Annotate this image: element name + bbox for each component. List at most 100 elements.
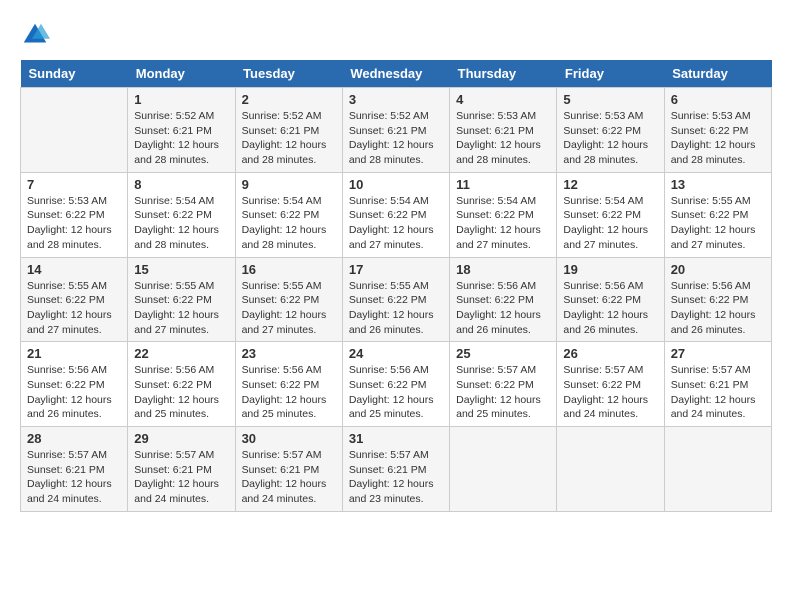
logo-icon	[20, 20, 50, 50]
day-detail: Sunrise: 5:57 AM Sunset: 6:21 PM Dayligh…	[349, 448, 443, 507]
calendar-cell: 12Sunrise: 5:54 AM Sunset: 6:22 PM Dayli…	[557, 172, 664, 257]
calendar-week-row: 7 Sunrise: 5:53 AM Sunset: 6:22 PM Daylig…	[21, 172, 772, 257]
day-number: 10	[349, 177, 443, 192]
day-number: 2	[242, 92, 336, 107]
day-detail: Sunrise: 5:56 AM Sunset: 6:22 PM Dayligh…	[563, 279, 657, 338]
calendar-cell: 18Sunrise: 5:56 AM Sunset: 6:22 PM Dayli…	[450, 257, 557, 342]
day-number: 21	[27, 346, 121, 361]
calendar-cell	[21, 88, 128, 173]
day-number: 23	[242, 346, 336, 361]
day-number: 25	[456, 346, 550, 361]
day-detail: Sunrise: 5:54 AM Sunset: 6:22 PM Dayligh…	[563, 194, 657, 253]
day-number: 24	[349, 346, 443, 361]
day-number: 22	[134, 346, 228, 361]
day-detail: Sunrise: 5:56 AM Sunset: 6:22 PM Dayligh…	[456, 279, 550, 338]
calendar-week-row: 14 Sunrise: 5:55 AM Sunset: 6:22 PM Dayli…	[21, 257, 772, 342]
calendar-cell: 8Sunrise: 5:54 AM Sunset: 6:22 PM Daylig…	[128, 172, 235, 257]
calendar-cell	[557, 427, 664, 512]
day-number: 28	[27, 431, 121, 446]
calendar-cell: 20Sunrise: 5:56 AM Sunset: 6:22 PM Dayli…	[664, 257, 771, 342]
day-detail: Sunrise: 5:55 AM Sunset: 6:22 PM Dayligh…	[671, 194, 765, 253]
day-number: 13	[671, 177, 765, 192]
day-number: 29	[134, 431, 228, 446]
calendar-cell: 17 Sunrise: 5:55 AM Sunset: 6:22 PM Dayli…	[342, 257, 449, 342]
calendar-cell: 25 Sunrise: 5:57 AM Sunset: 6:22 PM Dayli…	[450, 342, 557, 427]
day-detail: Sunrise: 5:54 AM Sunset: 6:22 PM Dayligh…	[349, 194, 443, 253]
calendar-header-tuesday: Tuesday	[235, 60, 342, 88]
day-number: 6	[671, 92, 765, 107]
day-number: 17	[349, 262, 443, 277]
day-number: 15	[134, 262, 228, 277]
calendar-week-row: 28 Sunrise: 5:57 AM Sunset: 6:21 PM Dayli…	[21, 427, 772, 512]
calendar-cell: 29 Sunrise: 5:57 AM Sunset: 6:21 PM Dayli…	[128, 427, 235, 512]
calendar-cell: 11 Sunrise: 5:54 AM Sunset: 6:22 PM Dayli…	[450, 172, 557, 257]
calendar-cell: 10 Sunrise: 5:54 AM Sunset: 6:22 PM Dayli…	[342, 172, 449, 257]
calendar-cell: 13 Sunrise: 5:55 AM Sunset: 6:22 PM Dayli…	[664, 172, 771, 257]
day-detail: Sunrise: 5:57 AM Sunset: 6:22 PM Dayligh…	[456, 363, 550, 422]
calendar-cell: 14 Sunrise: 5:55 AM Sunset: 6:22 PM Dayli…	[21, 257, 128, 342]
calendar-week-row: 1 Sunrise: 5:52 AM Sunset: 6:21 PM Daylig…	[21, 88, 772, 173]
day-number: 1	[134, 92, 228, 107]
day-detail: Sunrise: 5:53 AM Sunset: 6:22 PM Dayligh…	[563, 109, 657, 168]
day-detail: Sunrise: 5:56 AM Sunset: 6:22 PM Dayligh…	[349, 363, 443, 422]
day-detail: Sunrise: 5:52 AM Sunset: 6:21 PM Dayligh…	[349, 109, 443, 168]
calendar-cell: 19 Sunrise: 5:56 AM Sunset: 6:22 PM Dayli…	[557, 257, 664, 342]
calendar-cell: 6 Sunrise: 5:53 AM Sunset: 6:22 PM Daylig…	[664, 88, 771, 173]
day-number: 14	[27, 262, 121, 277]
logo	[20, 20, 54, 50]
calendar-header-friday: Friday	[557, 60, 664, 88]
day-number: 31	[349, 431, 443, 446]
day-detail: Sunrise: 5:55 AM Sunset: 6:22 PM Dayligh…	[27, 279, 121, 338]
calendar-cell: 5 Sunrise: 5:53 AM Sunset: 6:22 PM Daylig…	[557, 88, 664, 173]
day-number: 20	[671, 262, 765, 277]
day-detail: Sunrise: 5:57 AM Sunset: 6:21 PM Dayligh…	[242, 448, 336, 507]
day-detail: Sunrise: 5:54 AM Sunset: 6:22 PM Dayligh…	[456, 194, 550, 253]
day-detail: Sunrise: 5:57 AM Sunset: 6:22 PM Dayligh…	[563, 363, 657, 422]
calendar-cell: 24 Sunrise: 5:56 AM Sunset: 6:22 PM Dayli…	[342, 342, 449, 427]
day-number: 9	[242, 177, 336, 192]
day-detail: Sunrise: 5:55 AM Sunset: 6:22 PM Dayligh…	[242, 279, 336, 338]
day-number: 11	[456, 177, 550, 192]
day-detail: Sunrise: 5:53 AM Sunset: 6:22 PM Dayligh…	[27, 194, 121, 253]
day-number: 7	[27, 177, 121, 192]
calendar-week-row: 21 Sunrise: 5:56 AM Sunset: 6:22 PM Dayli…	[21, 342, 772, 427]
day-detail: Sunrise: 5:55 AM Sunset: 6:22 PM Dayligh…	[134, 279, 228, 338]
calendar-cell: 7 Sunrise: 5:53 AM Sunset: 6:22 PM Daylig…	[21, 172, 128, 257]
day-detail: Sunrise: 5:52 AM Sunset: 6:21 PM Dayligh…	[134, 109, 228, 168]
day-number: 3	[349, 92, 443, 107]
day-detail: Sunrise: 5:56 AM Sunset: 6:22 PM Dayligh…	[242, 363, 336, 422]
calendar-cell: 15 Sunrise: 5:55 AM Sunset: 6:22 PM Dayli…	[128, 257, 235, 342]
calendar-cell: 28 Sunrise: 5:57 AM Sunset: 6:21 PM Dayli…	[21, 427, 128, 512]
calendar-cell: 2 Sunrise: 5:52 AM Sunset: 6:21 PM Daylig…	[235, 88, 342, 173]
day-detail: Sunrise: 5:57 AM Sunset: 6:21 PM Dayligh…	[27, 448, 121, 507]
day-detail: Sunrise: 5:53 AM Sunset: 6:21 PM Dayligh…	[456, 109, 550, 168]
calendar-cell: 30 Sunrise: 5:57 AM Sunset: 6:21 PM Dayli…	[235, 427, 342, 512]
day-number: 4	[456, 92, 550, 107]
page-header	[20, 20, 772, 50]
calendar-cell: 16 Sunrise: 5:55 AM Sunset: 6:22 PM Dayli…	[235, 257, 342, 342]
day-number: 5	[563, 92, 657, 107]
day-number: 19	[563, 262, 657, 277]
calendar-cell: 31 Sunrise: 5:57 AM Sunset: 6:21 PM Dayli…	[342, 427, 449, 512]
calendar-header-wednesday: Wednesday	[342, 60, 449, 88]
day-detail: Sunrise: 5:56 AM Sunset: 6:22 PM Dayligh…	[27, 363, 121, 422]
day-detail: Sunrise: 5:57 AM Sunset: 6:21 PM Dayligh…	[671, 363, 765, 422]
day-detail: Sunrise: 5:57 AM Sunset: 6:21 PM Dayligh…	[134, 448, 228, 507]
calendar-header-sunday: Sunday	[21, 60, 128, 88]
calendar-cell: 26 Sunrise: 5:57 AM Sunset: 6:22 PM Dayli…	[557, 342, 664, 427]
calendar-cell: 3 Sunrise: 5:52 AM Sunset: 6:21 PM Daylig…	[342, 88, 449, 173]
day-number: 30	[242, 431, 336, 446]
calendar-cell: 21 Sunrise: 5:56 AM Sunset: 6:22 PM Dayli…	[21, 342, 128, 427]
calendar-header-row: SundayMondayTuesdayWednesdayThursdayFrid…	[21, 60, 772, 88]
day-detail: Sunrise: 5:55 AM Sunset: 6:22 PM Dayligh…	[349, 279, 443, 338]
calendar-cell: 22Sunrise: 5:56 AM Sunset: 6:22 PM Dayli…	[128, 342, 235, 427]
day-number: 26	[563, 346, 657, 361]
calendar-cell: 23 Sunrise: 5:56 AM Sunset: 6:22 PM Dayli…	[235, 342, 342, 427]
day-detail: Sunrise: 5:54 AM Sunset: 6:22 PM Dayligh…	[134, 194, 228, 253]
day-number: 16	[242, 262, 336, 277]
calendar-cell: 27Sunrise: 5:57 AM Sunset: 6:21 PM Dayli…	[664, 342, 771, 427]
calendar-cell	[664, 427, 771, 512]
day-detail: Sunrise: 5:52 AM Sunset: 6:21 PM Dayligh…	[242, 109, 336, 168]
calendar-cell: 4 Sunrise: 5:53 AM Sunset: 6:21 PM Daylig…	[450, 88, 557, 173]
day-detail: Sunrise: 5:53 AM Sunset: 6:22 PM Dayligh…	[671, 109, 765, 168]
